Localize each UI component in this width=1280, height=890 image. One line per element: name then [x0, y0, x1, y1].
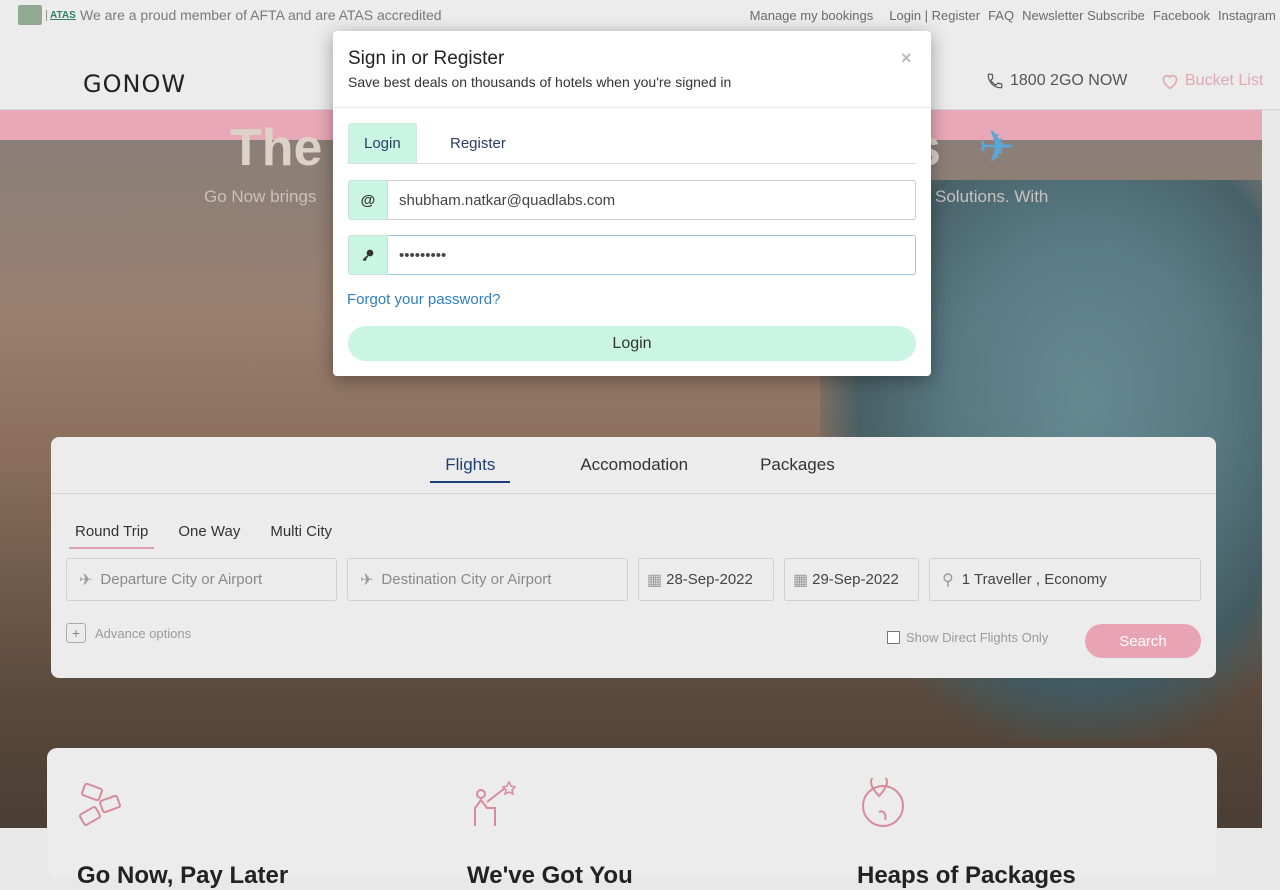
- key-icon: [348, 235, 388, 275]
- at-icon: @: [348, 180, 388, 220]
- modal-subtitle: Save best deals on thousands of hotels w…: [348, 74, 732, 90]
- email-group: @: [348, 180, 916, 220]
- modal-divider: [333, 107, 931, 108]
- password-field[interactable]: [388, 235, 916, 275]
- login-button[interactable]: Login: [348, 326, 916, 361]
- tab-login[interactable]: Login: [348, 123, 417, 163]
- sign-in-modal: Sign in or Register Save best deals on t…: [333, 31, 931, 376]
- email-field[interactable]: [388, 180, 916, 220]
- forgot-password-link[interactable]: Forgot your password?: [347, 291, 500, 308]
- modal-title: Sign in or Register: [348, 48, 505, 69]
- modal-tabs: Login Register: [348, 123, 916, 164]
- close-icon[interactable]: ×: [901, 48, 912, 69]
- password-group: [348, 235, 916, 275]
- tab-register[interactable]: Register: [435, 123, 521, 163]
